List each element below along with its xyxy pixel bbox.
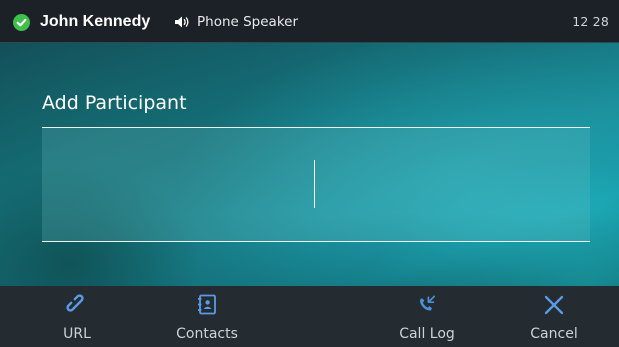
url-button[interactable]: URL [32,286,122,347]
softkey-bar: URL Contacts Call Log Cancel [0,286,619,347]
speaker-icon [175,16,189,28]
line-name: John Kennedy [40,13,151,30]
url-label: URL [63,326,91,342]
close-icon [544,295,564,315]
cancel-label: Cancel [530,326,578,342]
check-circle-icon [13,14,30,31]
contacts-label: Contacts [176,326,238,342]
page-title: Add Participant [42,92,187,114]
call-log-button[interactable]: Call Log [382,286,472,347]
phone-incoming-icon [420,295,436,311]
cancel-button[interactable]: Cancel [509,286,599,347]
clock: 12 28 [572,14,609,29]
contacts-book-icon [198,294,216,315]
audio-mode-label: Phone Speaker [197,14,299,30]
participant-input[interactable] [42,127,590,242]
call-log-label: Call Log [399,326,455,342]
link-icon [66,294,84,312]
contacts-button[interactable]: Contacts [162,286,252,347]
status-bar: John Kennedy Phone Speaker 12 28 [0,0,619,43]
